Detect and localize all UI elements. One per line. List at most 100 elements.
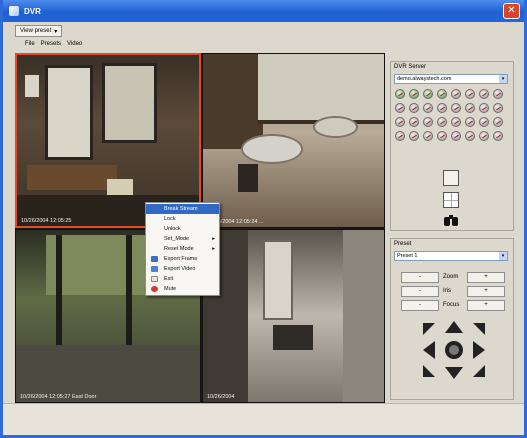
floor-mat bbox=[273, 325, 313, 350]
pan-down-icon[interactable] bbox=[445, 367, 463, 379]
iris-label: Iris bbox=[443, 288, 451, 294]
camera-select-button-3[interactable] bbox=[423, 89, 433, 99]
camera-select-button-27[interactable] bbox=[423, 131, 433, 141]
ptz-control-pad bbox=[423, 321, 485, 379]
camera-select-button-6[interactable] bbox=[465, 89, 475, 99]
zoom-minus-button[interactable]: - bbox=[401, 272, 439, 283]
zoom-plus-button[interactable]: + bbox=[467, 272, 505, 283]
submenu-arrow-icon: ▸ bbox=[212, 236, 215, 242]
menu-bar: File Presets Video bbox=[25, 41, 82, 47]
dvr-server-group: DVR Server demo.alwaystech.com ▾ bbox=[390, 61, 514, 231]
menu-item-export-frame[interactable]: Export Frame bbox=[146, 254, 219, 264]
dark-wall bbox=[203, 54, 263, 149]
main-window: DVR ✕ View preset ▾ File Presets Video 1… bbox=[0, 0, 527, 438]
window-wall bbox=[258, 54, 384, 124]
camera-select-button-30[interactable] bbox=[465, 131, 475, 141]
camera-select-button-14[interactable] bbox=[465, 103, 475, 113]
camera-select-button-19[interactable] bbox=[423, 117, 433, 127]
menu-item-export-video[interactable]: Export Video bbox=[146, 264, 219, 274]
iris-plus-button[interactable]: + bbox=[467, 286, 505, 297]
binoculars-icon[interactable] bbox=[444, 214, 458, 226]
title-bar: DVR ✕ bbox=[3, 0, 524, 22]
focus-plus-button[interactable]: + bbox=[467, 300, 505, 311]
camera-1-timestamp: 10/26/2004 12:05:25 bbox=[21, 218, 72, 224]
camera-select-button-18[interactable] bbox=[409, 117, 419, 127]
preset-group: Preset Preset 1 ▾ - Zoom + - Iris + - Fo… bbox=[390, 238, 514, 400]
iris-minus-button[interactable]: - bbox=[401, 286, 439, 297]
camera-select-button-25[interactable] bbox=[395, 131, 405, 141]
quad-view-button[interactable] bbox=[443, 192, 459, 208]
export-frame-icon bbox=[151, 256, 158, 262]
preset-select[interactable]: Preset 1 ▾ bbox=[394, 251, 508, 261]
focus-minus-button[interactable]: - bbox=[401, 300, 439, 311]
camera-select-button-11[interactable] bbox=[423, 103, 433, 113]
camera-select-button-7[interactable] bbox=[479, 89, 489, 99]
camera-select-button-10[interactable] bbox=[409, 103, 419, 113]
camera-select-button-2[interactable] bbox=[409, 89, 419, 99]
control-panel: DVR Server demo.alwaystech.com ▾ Preset … bbox=[390, 53, 517, 403]
camera-select-button-4[interactable] bbox=[437, 89, 447, 99]
camera-select-button-24[interactable] bbox=[493, 117, 503, 127]
camera-select-button-29[interactable] bbox=[451, 131, 461, 141]
desk bbox=[27, 165, 117, 190]
menu-video[interactable]: Video bbox=[67, 41, 82, 47]
pan-right-icon[interactable] bbox=[473, 341, 485, 359]
glass-door bbox=[45, 65, 93, 160]
camera-select-button-8[interactable] bbox=[493, 89, 503, 99]
menu-item-break-stream[interactable]: Break Stream bbox=[146, 204, 219, 214]
chevron-down-icon: ▾ bbox=[499, 252, 507, 260]
camera-button-grid bbox=[395, 89, 504, 142]
close-button[interactable]: ✕ bbox=[503, 3, 520, 19]
menu-item-mute[interactable]: Mute bbox=[146, 284, 219, 294]
pan-up-left-icon[interactable] bbox=[423, 323, 435, 335]
pan-down-right-icon[interactable] bbox=[473, 365, 485, 377]
camera-select-button-23[interactable] bbox=[479, 117, 489, 127]
camera-select-button-9[interactable] bbox=[395, 103, 405, 113]
camera-view-4[interactable]: 10/26/2004 bbox=[202, 229, 385, 403]
view-preset-label: View preset bbox=[20, 28, 52, 34]
camera-select-button-26[interactable] bbox=[409, 131, 419, 141]
round-table bbox=[241, 134, 303, 164]
camera-select-button-20[interactable] bbox=[437, 117, 447, 127]
toolbar: View preset ▾ bbox=[15, 24, 63, 38]
view-preset-dropdown[interactable]: View preset ▾ bbox=[15, 25, 63, 37]
menu-presets[interactable]: Presets bbox=[41, 41, 61, 47]
camera-select-button-15[interactable] bbox=[479, 103, 489, 113]
camera-select-button-1[interactable] bbox=[395, 89, 405, 99]
camera-select-button-22[interactable] bbox=[465, 117, 475, 127]
menu-item-set-mode[interactable]: Set_Mode ▸ bbox=[146, 234, 219, 244]
menu-file[interactable]: File bbox=[25, 41, 35, 47]
camera-select-button-28[interactable] bbox=[437, 131, 447, 141]
menu-item-exit[interactable]: Exit bbox=[146, 274, 219, 284]
camera-select-button-13[interactable] bbox=[451, 103, 461, 113]
pan-left-icon[interactable] bbox=[423, 341, 435, 359]
menu-item-lock[interactable]: Lock bbox=[146, 214, 219, 224]
camera-4-timestamp: 10/26/2004 bbox=[207, 394, 235, 400]
camera-select-button-16[interactable] bbox=[493, 103, 503, 113]
camera-select-button-12[interactable] bbox=[437, 103, 447, 113]
pan-down-left-icon[interactable] bbox=[423, 365, 435, 377]
doorway bbox=[263, 240, 293, 320]
camera-view-2[interactable]: 10/26/2004 12:05:24 ... bbox=[202, 53, 385, 228]
preset-label: Preset bbox=[394, 241, 412, 247]
menu-item-reset-mode[interactable]: Reset Mode ▸ bbox=[146, 244, 219, 254]
camera-3-timestamp: 10/26/2004 12:05:27 East Door bbox=[20, 394, 97, 400]
chair bbox=[238, 164, 258, 192]
camera-select-button-31[interactable] bbox=[479, 131, 489, 141]
dvr-server-select[interactable]: demo.alwaystech.com ▾ bbox=[394, 74, 508, 84]
camera-select-button-5[interactable] bbox=[451, 89, 461, 99]
camera-select-button-17[interactable] bbox=[395, 117, 405, 127]
side-wall bbox=[343, 230, 384, 402]
pan-up-right-icon[interactable] bbox=[473, 323, 485, 335]
status-bar bbox=[3, 403, 524, 435]
pan-up-icon[interactable] bbox=[445, 321, 463, 333]
context-menu: Break Stream Lock Unlock Set_Mode ▸ Reset… bbox=[145, 202, 220, 296]
window-pane bbox=[102, 63, 157, 143]
window-title: DVR bbox=[24, 6, 41, 16]
single-view-button[interactable] bbox=[443, 170, 459, 186]
camera-select-button-32[interactable] bbox=[493, 131, 503, 141]
video-grid: 10/26/2004 12:05:25 10/26/2004 12:05:24 … bbox=[15, 53, 385, 403]
camera-select-button-21[interactable] bbox=[451, 117, 461, 127]
zoom-label: Zoom bbox=[443, 274, 459, 280]
menu-item-unlock[interactable]: Unlock bbox=[146, 224, 219, 234]
